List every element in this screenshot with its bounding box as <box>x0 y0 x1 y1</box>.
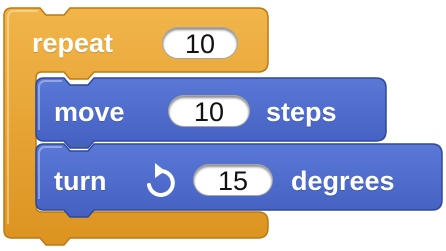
turn-degrees-label: degrees <box>291 166 395 196</box>
repeat-label: repeat <box>32 28 114 58</box>
move-label: move <box>54 97 125 127</box>
turn-label: turn <box>54 166 107 196</box>
move-steps-input[interactable]: 10 <box>168 95 250 127</box>
rotate-clockwise-icon <box>147 163 175 197</box>
move-steps-label: steps <box>266 97 337 127</box>
turn-degrees-input[interactable]: 15 <box>193 164 273 196</box>
repeat-count-input[interactable]: 10 <box>162 27 238 59</box>
script-area: repeat 10 move 10 steps turn 15 degrees <box>0 0 446 251</box>
